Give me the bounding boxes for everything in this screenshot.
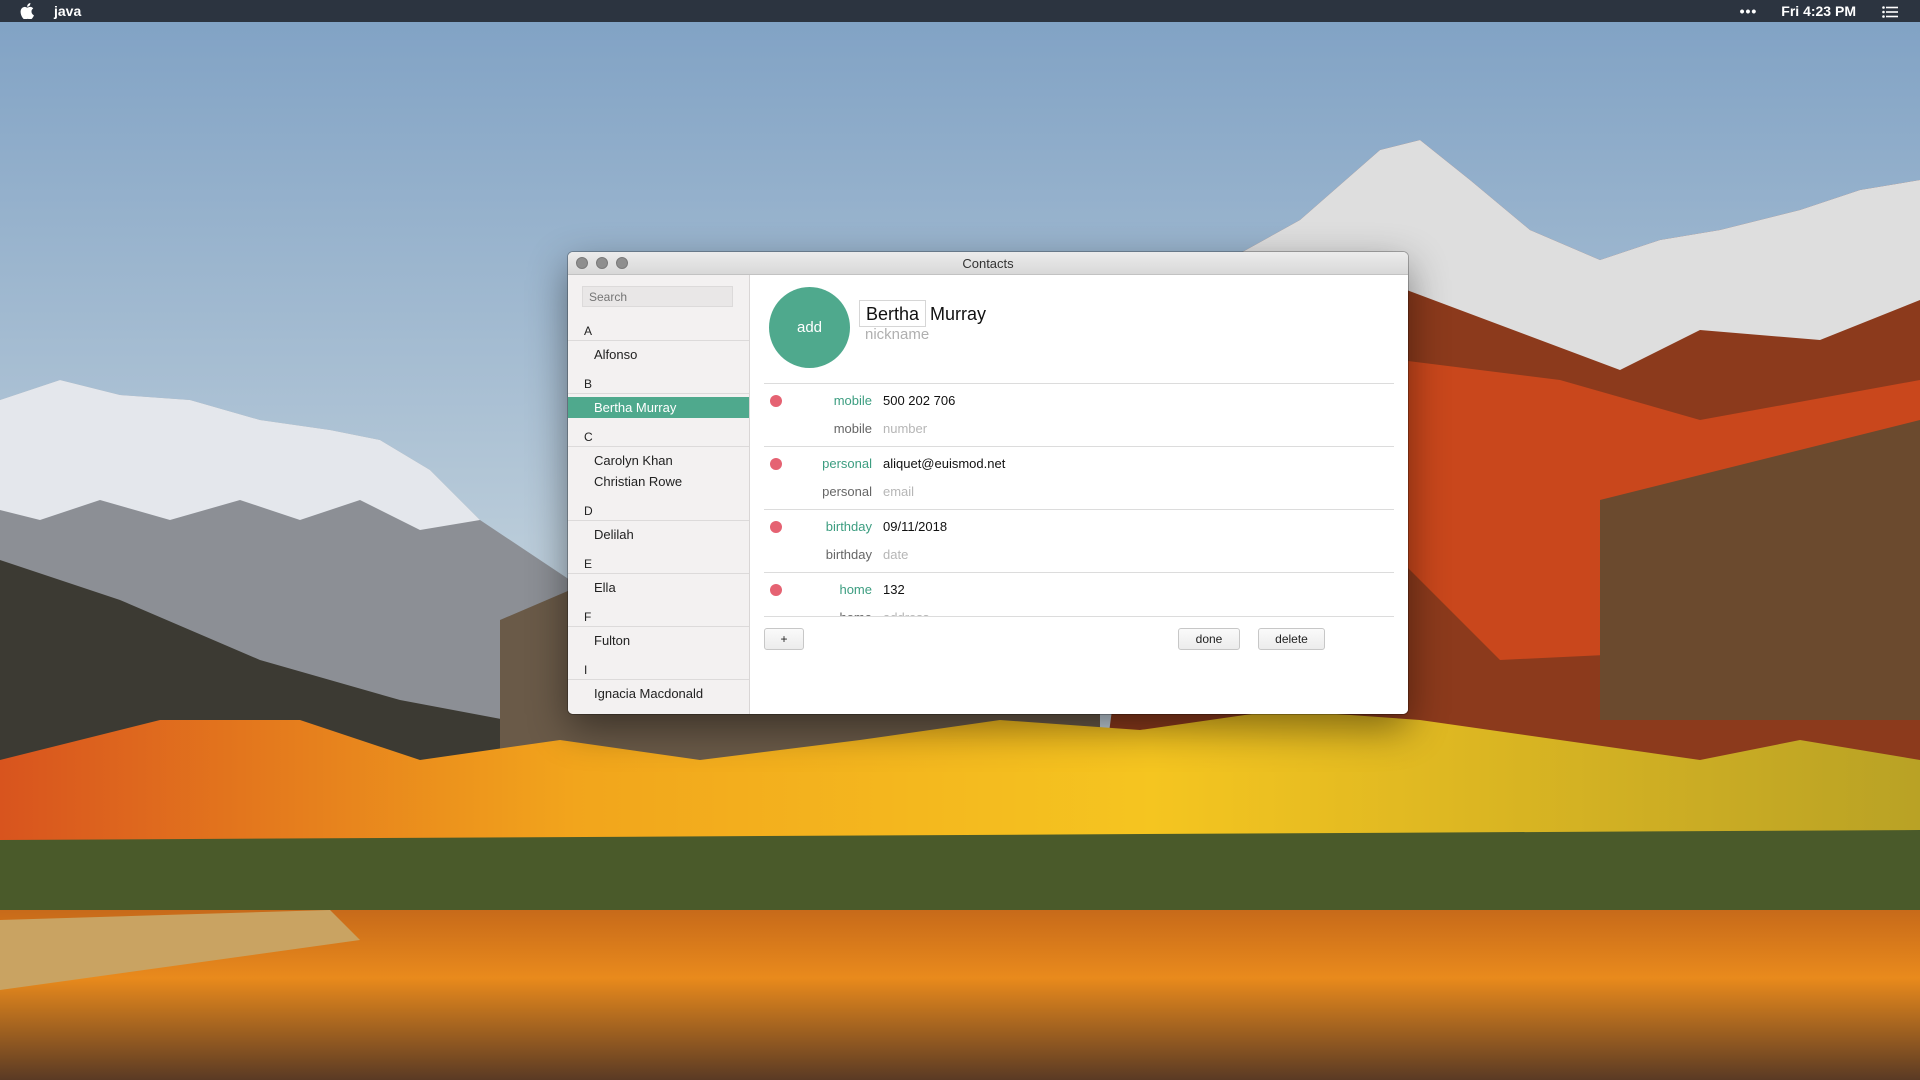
- group-letter: E: [568, 556, 749, 574]
- contact-group-f: F Fulton: [568, 609, 749, 651]
- group-letter: I: [568, 662, 749, 680]
- field-value[interactable]: 132: [883, 582, 905, 597]
- field-label[interactable]: home: [788, 582, 872, 597]
- field-row-birthday: birthday 09/11/2018: [764, 510, 1394, 542]
- group-letter: A: [568, 323, 749, 341]
- field-placeholder[interactable]: number: [883, 421, 927, 436]
- field-row-mobile: mobile 500 202 706: [764, 384, 1394, 416]
- search-input[interactable]: [582, 286, 733, 307]
- contact-group-e: E Ella: [568, 556, 749, 598]
- remove-field-icon[interactable]: [770, 395, 782, 407]
- window-titlebar[interactable]: Contacts: [568, 252, 1408, 275]
- remove-field-icon[interactable]: [770, 521, 782, 533]
- field-value[interactable]: 500 202 706: [883, 393, 955, 408]
- remove-field-icon[interactable]: [770, 458, 782, 470]
- field-row-address: home 132: [764, 573, 1394, 605]
- notification-center-icon[interactable]: [1882, 5, 1898, 18]
- new-field-row-birthday: birthday date: [764, 542, 1394, 572]
- first-name-field[interactable]: Bertha: [859, 300, 927, 327]
- contact-item[interactable]: Christian Rowe: [568, 471, 749, 492]
- group-letter: F: [568, 609, 749, 627]
- field-placeholder[interactable]: email: [883, 484, 914, 499]
- more-dots-icon[interactable]: •••: [1740, 3, 1758, 19]
- group-letter: B: [568, 376, 749, 394]
- field-value[interactable]: aliquet@euismod.net: [883, 456, 1005, 471]
- menubar-clock[interactable]: Fri 4:23 PM: [1781, 3, 1856, 19]
- detail-scroll-area[interactable]: add Bertha Murray nickname mobile 500 20…: [750, 275, 1408, 616]
- field-label[interactable]: mobile: [788, 421, 872, 436]
- field-label[interactable]: birthday: [788, 547, 872, 562]
- contact-group-c: C Carolyn Khan Christian Rowe: [568, 429, 749, 492]
- contact-item-selected[interactable]: Bertha Murray: [568, 397, 749, 418]
- contact-group-b: B Bertha Murray: [568, 376, 749, 418]
- field-label[interactable]: mobile: [788, 393, 872, 408]
- contact-item[interactable]: Delilah: [568, 524, 749, 545]
- contact-group-a: A Alfonso: [568, 323, 749, 365]
- delete-button[interactable]: delete: [1258, 628, 1325, 650]
- group-letter: C: [568, 429, 749, 447]
- app-menu-name[interactable]: java: [54, 3, 81, 19]
- contact-item[interactable]: Fulton: [568, 630, 749, 651]
- field-label[interactable]: personal: [788, 484, 872, 499]
- field-value[interactable]: 09/11/2018: [883, 519, 947, 534]
- field-row-email: personal aliquet@euismod.net: [764, 447, 1394, 479]
- field-label[interactable]: birthday: [788, 519, 872, 534]
- contact-item[interactable]: Carolyn Khan: [568, 450, 749, 471]
- contact-item[interactable]: Alfonso: [568, 344, 749, 365]
- contact-list: A Alfonso B Bertha Murray C Carolyn Khan…: [568, 323, 749, 714]
- new-field-row-mobile: mobile number: [764, 416, 1394, 446]
- contact-item[interactable]: Ella: [568, 577, 749, 598]
- contacts-window: Contacts A Alfonso B Bertha Murray C Car…: [568, 252, 1408, 714]
- field-placeholder[interactable]: date: [883, 547, 908, 562]
- new-field-row-email: personal email: [764, 479, 1394, 509]
- divider: [764, 616, 1394, 617]
- contact-fields: mobile 500 202 706 mobile number persona…: [764, 383, 1394, 616]
- new-field-row-address: home address: [764, 605, 1394, 616]
- group-letter: D: [568, 503, 749, 521]
- add-field-button[interactable]: +: [764, 628, 804, 650]
- nickname-field[interactable]: nickname: [865, 326, 929, 343]
- last-name-field[interactable]: Murray: [930, 301, 986, 328]
- apple-icon[interactable]: [20, 2, 36, 20]
- contact-group-i: I Ignacia Macdonald: [568, 662, 749, 704]
- contact-group-d: D Delilah: [568, 503, 749, 545]
- remove-field-icon[interactable]: [770, 584, 782, 596]
- contact-detail: add Bertha Murray nickname mobile 500 20…: [750, 275, 1408, 714]
- window-title: Contacts: [962, 256, 1014, 271]
- done-button[interactable]: done: [1178, 628, 1240, 650]
- contacts-sidebar: A Alfonso B Bertha Murray C Carolyn Khan…: [568, 275, 750, 714]
- contact-item[interactable]: Ignacia Macdonald: [568, 683, 749, 704]
- field-label[interactable]: personal: [788, 456, 872, 471]
- avatar-add-button[interactable]: add: [769, 287, 850, 368]
- menu-bar: java ••• Fri 4:23 PM: [0, 0, 1920, 22]
